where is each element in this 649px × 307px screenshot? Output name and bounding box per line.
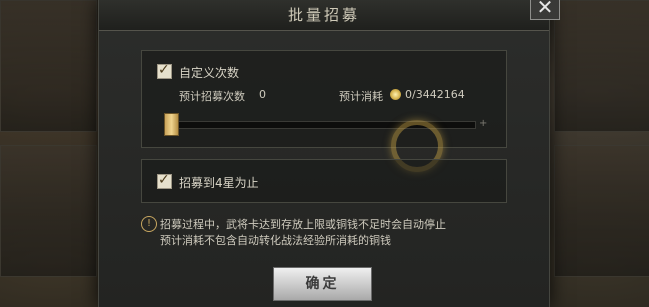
batch-recruit-dialog: 批量招募 (98, 0, 550, 307)
copper-coin-icon (390, 89, 401, 100)
custom-count-label: 自定义次数 (179, 66, 240, 80)
plus-icon[interactable]: + (479, 118, 487, 129)
check-icon: ✓ (158, 62, 170, 78)
stop-at-4star-label: 招募到4星为止 (179, 176, 259, 190)
background-card (554, 145, 649, 277)
background-card (554, 0, 649, 132)
dialog-title: 批量招募 (287, 6, 360, 24)
background-card (0, 145, 97, 277)
custom-count-checkbox[interactable]: ✓ (157, 62, 172, 79)
estimated-count-label: 预计招募次数 (179, 90, 245, 103)
estimated-cost-value: 0/3442164 (405, 88, 465, 101)
estimated-count-value: 0 (259, 88, 266, 101)
note-line-2: 预计消耗不包含自动转化战法经验所消耗的铜钱 (160, 234, 391, 247)
count-slider-thumb[interactable] (164, 113, 179, 136)
close-icon[interactable]: ✕ (530, 0, 560, 20)
info-icon: ! (141, 216, 157, 232)
stop-at-4star-checkbox[interactable]: ✓ (157, 172, 172, 189)
note-line-1: 招募过程中，武将卡达到存放上限或铜钱不足时会自动停止 (160, 218, 446, 231)
background-card (0, 0, 97, 132)
dialog-titlebar: 批量招募 (99, 0, 549, 31)
estimated-cost-label: 预计消耗 (339, 90, 383, 103)
confirm-button[interactable]: 确定 (273, 267, 372, 301)
check-icon: ✓ (158, 172, 170, 188)
